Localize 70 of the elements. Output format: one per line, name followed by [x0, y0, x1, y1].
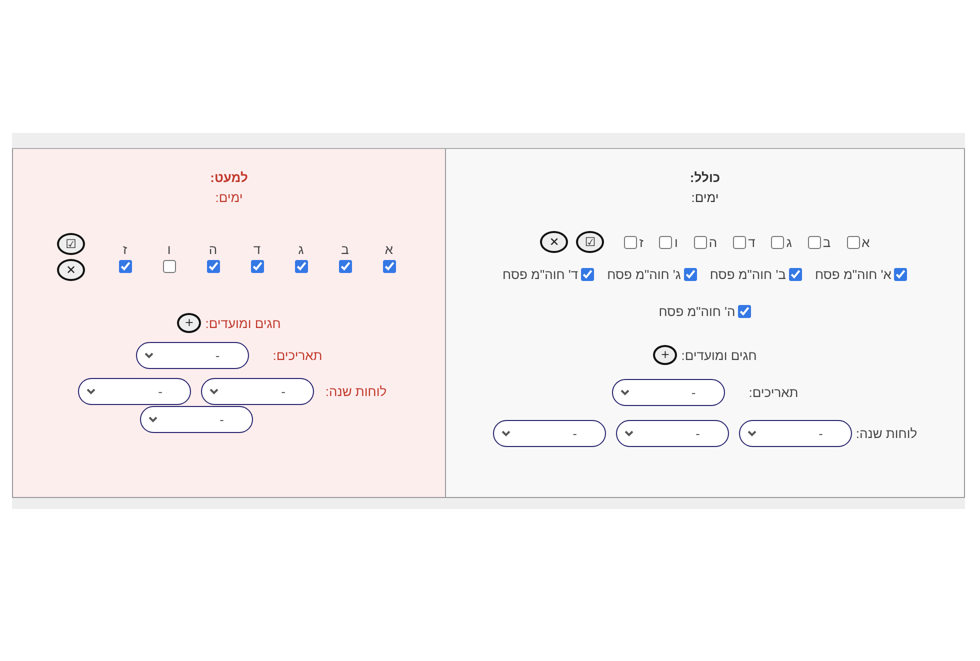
day-label: ו: [674, 234, 678, 250]
holiday-label: ה' חוה"מ פסח: [658, 304, 736, 319]
round-button[interactable]: ✕: [57, 259, 85, 281]
day-label: א: [862, 234, 870, 250]
checkbox[interactable]: [846, 236, 860, 248]
round-button[interactable]: ☑: [576, 231, 604, 253]
panel-title: למעט:: [210, 169, 248, 187]
holiday-label: ב' חוה"מ פסח: [710, 267, 786, 282]
day-label: ו: [167, 242, 171, 256]
dropdown[interactable]: -: [492, 420, 606, 447]
checkbox[interactable]: [684, 268, 697, 281]
chevron-icon: [746, 430, 757, 437]
add-button[interactable]: +: [177, 313, 202, 333]
checkbox[interactable]: [788, 268, 802, 281]
panel-title: כולל:: [690, 169, 720, 187]
checkbox[interactable]: [118, 260, 132, 272]
dropdown[interactable]: -: [616, 420, 729, 447]
checkbox[interactable]: [694, 236, 707, 248]
day-label: ב: [822, 234, 831, 250]
dropdown[interactable]: -: [140, 406, 253, 433]
round-button[interactable]: ✕: [540, 231, 568, 253]
holiday-label: ג' חוה"מ פסח: [607, 267, 681, 282]
dropdown[interactable]: -: [201, 378, 314, 405]
checkbox[interactable]: [771, 236, 784, 248]
holiday-label: ד' חוה"מ פסח: [502, 267, 578, 282]
checkbox[interactable]: [738, 305, 752, 318]
day-label: ז: [122, 242, 128, 256]
holidays-label: חגים ומועדים:: [205, 316, 281, 330]
day-label: א: [384, 242, 394, 256]
checkbox[interactable]: [162, 260, 176, 272]
day-label: ד: [748, 234, 756, 250]
dates-label: תאריכים:: [748, 385, 798, 400]
dropdown[interactable]: -: [738, 420, 852, 447]
chevron-icon: [144, 352, 154, 359]
dropdown[interactable]: -: [612, 379, 725, 406]
dates-label: תאריכים:: [272, 348, 322, 363]
day-label: ה: [208, 242, 218, 256]
checkbox[interactable]: [733, 236, 746, 248]
day-label: ז: [639, 234, 644, 250]
days-label: ימים:: [691, 189, 719, 207]
days-label: ימים:: [215, 189, 243, 207]
day-label: ב: [341, 242, 349, 256]
add-button[interactable]: +: [653, 345, 678, 365]
checkbox[interactable]: [894, 268, 908, 281]
checkbox[interactable]: [294, 260, 308, 272]
checkbox[interactable]: [808, 236, 821, 248]
chevron-icon: [86, 388, 96, 395]
holiday-label: א' חוה"מ פסח: [814, 267, 892, 282]
chevron-icon: [209, 388, 220, 395]
chevron-icon: [500, 430, 511, 437]
chevron-icon: [148, 416, 158, 423]
dropdown[interactable]: -: [78, 378, 192, 405]
round-button[interactable]: ☑: [57, 233, 85, 255]
day-label: ג: [786, 234, 792, 250]
checkbox[interactable]: [624, 236, 638, 248]
chevron-icon: [620, 389, 630, 396]
checkbox[interactable]: [382, 260, 396, 272]
day-label: ג: [298, 242, 304, 256]
checkbox[interactable]: [659, 236, 672, 248]
checkbox[interactable]: [338, 260, 352, 272]
calendars-label: לוחות שנה:: [325, 383, 387, 401]
chevron-icon: [624, 430, 634, 437]
dropdown[interactable]: -: [136, 342, 249, 369]
holidays-label: חגים ומועדים:: [681, 348, 757, 362]
checkbox[interactable]: [250, 260, 264, 272]
checkbox[interactable]: [581, 268, 594, 281]
checkbox[interactable]: [206, 260, 220, 272]
day-label: ה: [708, 234, 718, 250]
calendars-label: לוחות שנה:: [856, 426, 918, 441]
day-label: ד: [253, 242, 261, 256]
